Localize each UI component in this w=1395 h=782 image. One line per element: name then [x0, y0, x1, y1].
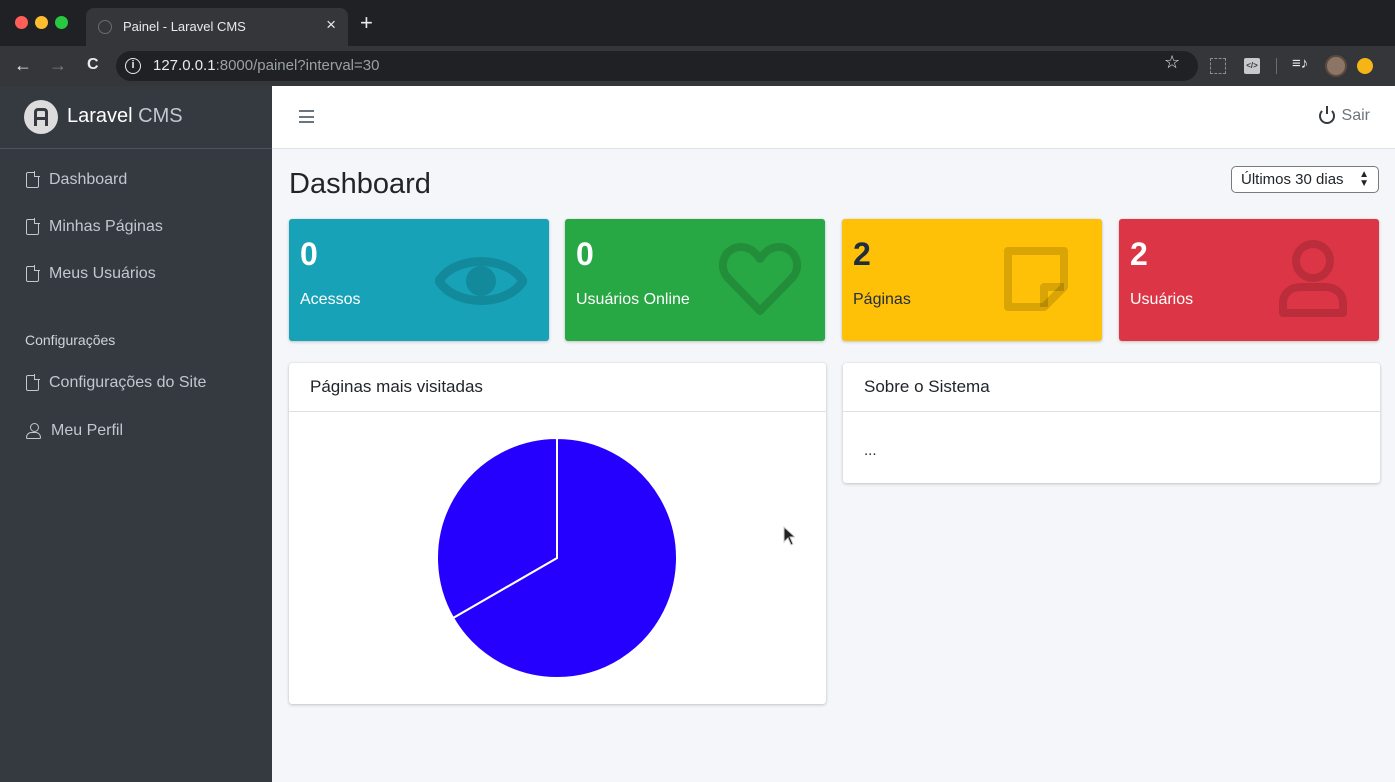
screenshot-extension-icon[interactable]: [1210, 58, 1226, 74]
code-extension-icon[interactable]: </>: [1244, 58, 1260, 74]
browser-tab[interactable]: Painel - Laravel CMS ×: [86, 8, 348, 46]
stat-box-users: 2 Usuários: [1119, 219, 1379, 341]
file-icon: [26, 218, 40, 235]
url-path: :8000/painel?interval=30: [215, 57, 380, 74]
maximize-window-button[interactable]: [55, 16, 68, 29]
stat-label: Usuários: [1130, 291, 1194, 308]
stat-box-pages: 2 Páginas: [842, 219, 1102, 341]
info-icon[interactable]: i: [125, 58, 141, 74]
globe-icon: [98, 20, 112, 34]
close-tab-icon[interactable]: ×: [326, 15, 336, 35]
stat-label: Páginas: [853, 291, 911, 308]
url-text: 127.0.0.1:8000/painel?interval=30: [153, 57, 379, 74]
about-card: Sobre o Sistema ...: [843, 363, 1380, 483]
pie-chart: [436, 436, 678, 679]
tab-title: Painel - Laravel CMS: [123, 19, 246, 34]
hamburger-icon[interactable]: [299, 110, 314, 123]
file-icon: [26, 265, 40, 282]
sidebar-item-label: Meu Perfil: [51, 422, 124, 439]
most-visited-card: Páginas mais visitadas: [289, 363, 826, 704]
reload-button[interactable]: C: [87, 56, 99, 74]
sidebar-item-label: Meus Usuários: [49, 265, 156, 282]
file-icon: [26, 374, 40, 391]
new-tab-button[interactable]: +: [360, 10, 373, 36]
sidebar-item-label: Configurações do Site: [49, 374, 207, 391]
heart-icon: [719, 243, 801, 315]
media-queue-icon[interactable]: ≡♪: [1292, 55, 1308, 72]
eye-icon: [435, 257, 527, 305]
about-text: ...: [864, 442, 877, 459]
browser-toolbar: ← → C i 127.0.0.1:8000/painel?interval=3…: [0, 46, 1395, 86]
url-host: 127.0.0.1: [153, 57, 216, 74]
top-navbar: Sair: [272, 86, 1395, 149]
card-title: Páginas mais visitadas: [310, 377, 483, 396]
sidebar: Laravel CMS Dashboard Minhas Páginas Meu…: [0, 86, 272, 782]
stat-value: 2: [853, 236, 871, 272]
page-title: Dashboard: [289, 168, 431, 200]
card-title: Sobre o Sistema: [864, 377, 990, 396]
user-icon: [1279, 240, 1347, 317]
bookmark-star-icon[interactable]: ☆: [1164, 52, 1180, 73]
sidebar-item-dashboard[interactable]: Dashboard: [26, 171, 127, 189]
card-header: Páginas mais visitadas: [289, 363, 826, 412]
stat-label: Acessos: [300, 291, 361, 308]
power-icon: [1318, 106, 1335, 124]
brand-link[interactable]: Laravel CMS: [0, 86, 272, 149]
extension-yellow-icon[interactable]: [1357, 58, 1373, 74]
logout-button[interactable]: Sair: [1318, 106, 1370, 125]
profile-avatar[interactable]: [1325, 55, 1347, 77]
forward-button[interactable]: →: [49, 55, 67, 76]
sticky-note-icon: [1004, 247, 1068, 311]
stat-value: 0: [300, 236, 318, 272]
file-icon: [26, 171, 40, 188]
sidebar-item-users[interactable]: Meus Usuários: [26, 265, 156, 283]
sidebar-item-profile[interactable]: Meu Perfil: [26, 422, 123, 440]
stat-value: 2: [1130, 236, 1148, 272]
select-arrows-icon: ▲ ▼: [1359, 169, 1369, 189]
sidebar-item-pages[interactable]: Minhas Páginas: [26, 218, 163, 236]
interval-select[interactable]: Últimos 30 dias ▲ ▼: [1231, 166, 1379, 193]
mouse-cursor-icon: [783, 526, 795, 546]
minimize-window-button[interactable]: [35, 16, 48, 29]
interval-select-value: Últimos 30 dias: [1241, 171, 1344, 188]
sidebar-item-label: Dashboard: [49, 171, 128, 188]
user-icon: [26, 423, 42, 439]
logout-label: Sair: [1341, 107, 1370, 124]
brand-name: Laravel: [67, 105, 133, 127]
stat-box-online-users: 0 Usuários Online: [565, 219, 825, 341]
browser-tab-bar: Painel - Laravel CMS × +: [0, 0, 1395, 46]
card-header: Sobre o Sistema: [843, 363, 1380, 412]
close-window-button[interactable]: [15, 16, 28, 29]
address-bar[interactable]: i 127.0.0.1:8000/painel?interval=30: [116, 51, 1198, 81]
stat-value: 0: [576, 236, 594, 272]
brand-text: Laravel CMS: [67, 105, 183, 128]
brand-suffix: CMS: [138, 105, 183, 127]
stat-box-visits: 0 Acessos: [289, 219, 549, 341]
sidebar-section-header: Configurações: [25, 332, 116, 348]
sidebar-item-label: Minhas Páginas: [49, 218, 163, 235]
back-button[interactable]: ←: [14, 55, 32, 76]
toolbar-separator: [1276, 58, 1277, 74]
stat-label: Usuários Online: [576, 291, 690, 308]
brand-logo-icon: [24, 100, 58, 134]
sidebar-item-site-settings[interactable]: Configurações do Site: [26, 374, 206, 392]
